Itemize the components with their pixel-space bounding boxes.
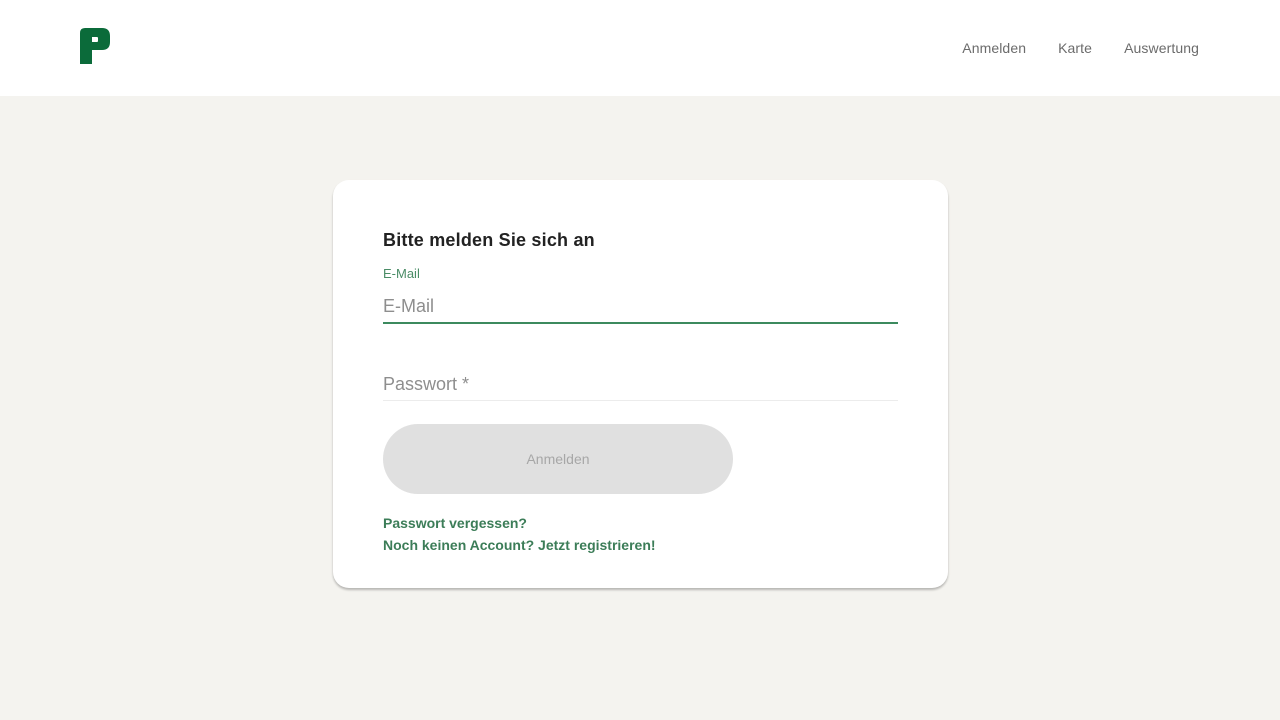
leaf-logo-icon[interactable] — [80, 28, 110, 64]
email-focus-underline — [383, 322, 898, 324]
nav-link-anmelden[interactable]: Anmelden — [962, 40, 1026, 56]
nav-link-auswertung[interactable]: Auswertung — [1124, 40, 1199, 56]
top-header: Anmelden Karte Auswertung — [0, 0, 1280, 96]
password-field[interactable] — [383, 371, 898, 397]
password-field-group — [383, 366, 898, 401]
main-nav: Anmelden Karte Auswertung — [930, 0, 1199, 96]
login-title: Bitte melden Sie sich an — [383, 230, 595, 250]
nav-link-karte[interactable]: Karte — [1058, 40, 1092, 56]
email-field[interactable] — [383, 293, 898, 319]
login-button[interactable]: Anmelden — [383, 424, 733, 494]
register-link[interactable]: Noch keinen Account? Jetzt registrieren! — [383, 534, 656, 556]
email-label: E-Mail — [383, 266, 420, 281]
password-underline — [383, 400, 898, 401]
auth-links: Passwort vergessen? Noch keinen Account?… — [383, 512, 656, 556]
login-card: Bitte melden Sie sich an E-Mail Anmelden… — [333, 180, 948, 588]
email-field-group: E-Mail — [383, 266, 898, 324]
forgot-password-link[interactable]: Passwort vergessen? — [383, 512, 656, 534]
